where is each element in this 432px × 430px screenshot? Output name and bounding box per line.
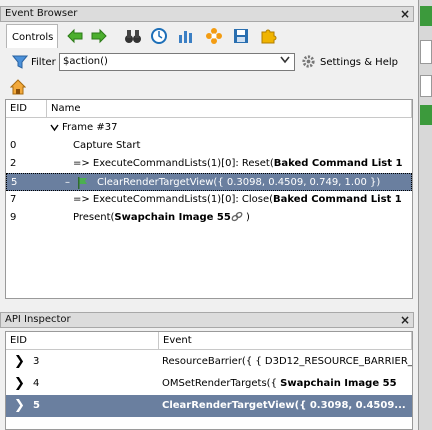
tab-controls[interactable]: Controls	[6, 24, 58, 48]
event-browser-title-bar: Event Browser	[0, 6, 414, 22]
tree-row-name-wrap: Present(Swapchain Image 55 )	[73, 209, 250, 227]
right-dock-strip	[418, 0, 432, 430]
tree-row[interactable]: 7 => ExecuteCommandLists(1)[0]: Close(Ba…	[6, 191, 412, 209]
inspector-row-event: OMSetRenderTargets({	[162, 378, 281, 389]
tree-row-tail: )	[242, 212, 250, 223]
inspector-row-event: ClearRenderTargetView({ 0.3098, 0.4509..…	[162, 400, 406, 411]
filter-dropdown-chevron-icon[interactable]	[277, 54, 293, 70]
arrow-right-icon[interactable]	[90, 27, 108, 45]
inspector-row-eid: 4	[33, 378, 40, 389]
binoculars-icon[interactable]	[124, 27, 142, 45]
tree-row-eid: 7	[10, 194, 17, 205]
tree-row-name: ClearRenderTargetView({ 0.3098, 0.4509, …	[97, 177, 381, 188]
filter-label: Filter	[31, 57, 56, 68]
home-icon[interactable]	[10, 79, 26, 95]
column-header-name[interactable]: Name	[47, 100, 412, 118]
expand-chevron-icon[interactable]	[50, 124, 59, 132]
inspector-row-eid: 5	[33, 400, 40, 411]
tree-row-name: => ExecuteCommandLists(1)[0]: Close(	[73, 194, 274, 205]
tree-row-name: => ExecuteCommandLists(1)[0]: Reset(	[73, 158, 274, 169]
tree-row-name: Capture Start	[73, 140, 141, 151]
tree-row-selected[interactable]: 5 – ClearRenderTargetView({ 0.3098, 0.45…	[6, 173, 412, 191]
api-inspector-title-bar: API Inspector	[0, 312, 414, 328]
event-tree[interactable]: EID Name Frame #37 0 Capture Start 2 => …	[5, 99, 413, 299]
inspector-row-selected[interactable]: ❯ 5 ClearRenderTargetView({ 0.3098, 0.45…	[6, 395, 412, 417]
dock-tab[interactable]	[420, 40, 432, 64]
inspector-row-event-wrap: OMSetRenderTargets({ Swapchain Image 55	[162, 373, 397, 395]
tree-row-name: Frame #37	[62, 122, 118, 133]
tree-row-name-wrap: => ExecuteCommandLists(1)[0]: Close(Bake…	[73, 191, 402, 209]
inspector-row[interactable]: ❯ 4 OMSetRenderTargets({ Swapchain Image…	[6, 373, 412, 395]
inspector-row[interactable]: ❯ 3 ResourceBarrier({ { D3D12_RESOURCE_B…	[6, 351, 412, 373]
expand-chevron-icon[interactable]: ❯	[14, 395, 25, 417]
tree-row[interactable]: 0 Capture Start	[6, 137, 412, 155]
filter-funnel-icon	[12, 55, 28, 69]
bookmark-flower-icon[interactable]	[205, 27, 223, 45]
tree-row-name: Present(	[73, 212, 115, 223]
tree-row-eid: 9	[10, 212, 17, 223]
event-browser-title: Event Browser	[5, 8, 78, 19]
chain-link-icon[interactable]	[231, 211, 243, 222]
resource-link[interactable]: Swapchain Image 55	[280, 378, 396, 389]
expand-chevron-icon[interactable]: ❯	[14, 373, 25, 395]
tree-row-eid: 5	[11, 177, 18, 188]
puzzle-icon[interactable]	[259, 27, 277, 45]
bookmark-flag-icon	[78, 177, 87, 189]
stats-icon[interactable]	[177, 27, 195, 45]
tab-controls-label: Controls	[12, 32, 54, 43]
column-header-event[interactable]: Event	[159, 332, 412, 350]
tree-connector: –	[65, 177, 70, 188]
resource-link[interactable]: Baked Command List 1	[273, 194, 402, 205]
dock-tab-green[interactable]	[420, 105, 432, 125]
tree-row-eid: 2	[10, 158, 17, 169]
api-inspector-close-icon[interactable]: ×	[398, 313, 412, 327]
api-inspector-list[interactable]: EID Event ❯ 3 ResourceBarrier({ { D3D12_…	[5, 331, 413, 430]
tree-row[interactable]: 2 => ExecuteCommandLists(1)[0]: Reset(Ba…	[6, 155, 412, 173]
expand-chevron-icon[interactable]: ❯	[14, 351, 25, 373]
resource-link[interactable]: Baked Command List 1	[274, 158, 403, 169]
settings-help-button[interactable]: Settings & Help	[320, 56, 398, 70]
event-browser-close-icon[interactable]: ×	[398, 7, 412, 21]
save-icon[interactable]	[232, 27, 250, 45]
arrow-left-icon[interactable]	[66, 27, 84, 45]
api-inspector-title: API Inspector	[5, 314, 71, 325]
inspector-row-eid: 3	[33, 356, 40, 367]
clock-icon[interactable]	[150, 27, 168, 45]
tree-row[interactable]: 9 Present(Swapchain Image 55 )	[6, 209, 412, 227]
tree-row-eid: 0	[10, 140, 17, 151]
column-header-eid[interactable]: EID	[6, 100, 47, 118]
tree-row-frame[interactable]: Frame #37	[6, 119, 412, 137]
dock-tab-green[interactable]	[420, 6, 432, 26]
resource-link[interactable]: Swapchain Image 55	[114, 212, 230, 223]
inspector-row-event: ResourceBarrier({ { D3D12_RESOURCE_BARRI…	[162, 356, 413, 367]
filter-input[interactable]: $action()	[59, 53, 295, 71]
dock-tab[interactable]	[420, 75, 432, 97]
tree-row-name-wrap: => ExecuteCommandLists(1)[0]: Reset(Bake…	[73, 155, 402, 173]
settings-gear-icon[interactable]	[301, 54, 316, 69]
column-header-eid[interactable]: EID	[6, 332, 159, 350]
